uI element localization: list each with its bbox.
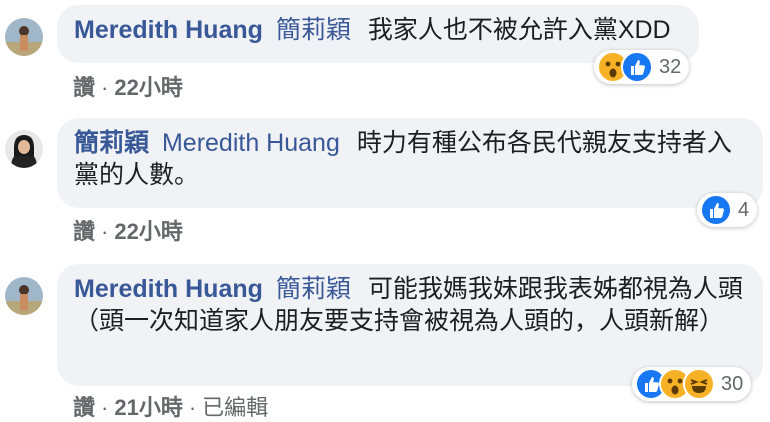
avatar[interactable]: [5, 130, 43, 168]
timestamp[interactable]: 22小時: [114, 75, 182, 100]
reaction-summary[interactable]: 4: [697, 193, 758, 227]
like-icon: [621, 51, 653, 83]
reaction-count: 30: [721, 372, 744, 395]
reaction-summary[interactable]: 32: [594, 50, 690, 84]
reaction-count: 4: [738, 198, 750, 221]
separator: ·: [101, 219, 109, 244]
like-icon: [700, 194, 732, 226]
comment-actions: 讚 · 22小時: [73, 214, 183, 246]
reaction-count: 32: [659, 55, 682, 78]
comment-bubble: 簡莉穎 Meredith Huang 時力有種公布各民代親友支持者入黨的人數。: [57, 118, 763, 208]
mention-link[interactable]: 簡莉穎: [276, 16, 351, 44]
edited-label[interactable]: 已編輯: [202, 395, 268, 420]
avatar[interactable]: [5, 277, 43, 315]
like-button[interactable]: 讚: [73, 395, 95, 420]
separator: ·: [101, 395, 109, 420]
comment-actions: 讚 · 22小時: [73, 70, 183, 102]
separator: ·: [188, 395, 197, 420]
comment-author[interactable]: Meredith Huang: [74, 16, 263, 44]
comment-text: 我家人也不被允許入黨XDD: [367, 16, 671, 44]
comment-actions: 讚 · 21小時 · 已編輯: [73, 390, 268, 422]
mention-link[interactable]: 簡莉穎: [276, 275, 351, 303]
timestamp[interactable]: 21小時: [114, 395, 182, 420]
comment-author[interactable]: Meredith Huang: [74, 275, 263, 303]
like-button[interactable]: 讚: [73, 75, 95, 100]
reaction-summary[interactable]: 30: [632, 367, 752, 401]
comment-author[interactable]: 簡莉穎: [74, 129, 149, 157]
timestamp[interactable]: 22小時: [114, 219, 182, 244]
mention-link[interactable]: Meredith Huang: [162, 129, 340, 157]
avatar[interactable]: [5, 18, 43, 56]
haha-icon: [683, 368, 715, 400]
like-button[interactable]: 讚: [73, 219, 95, 244]
separator: ·: [101, 75, 109, 100]
